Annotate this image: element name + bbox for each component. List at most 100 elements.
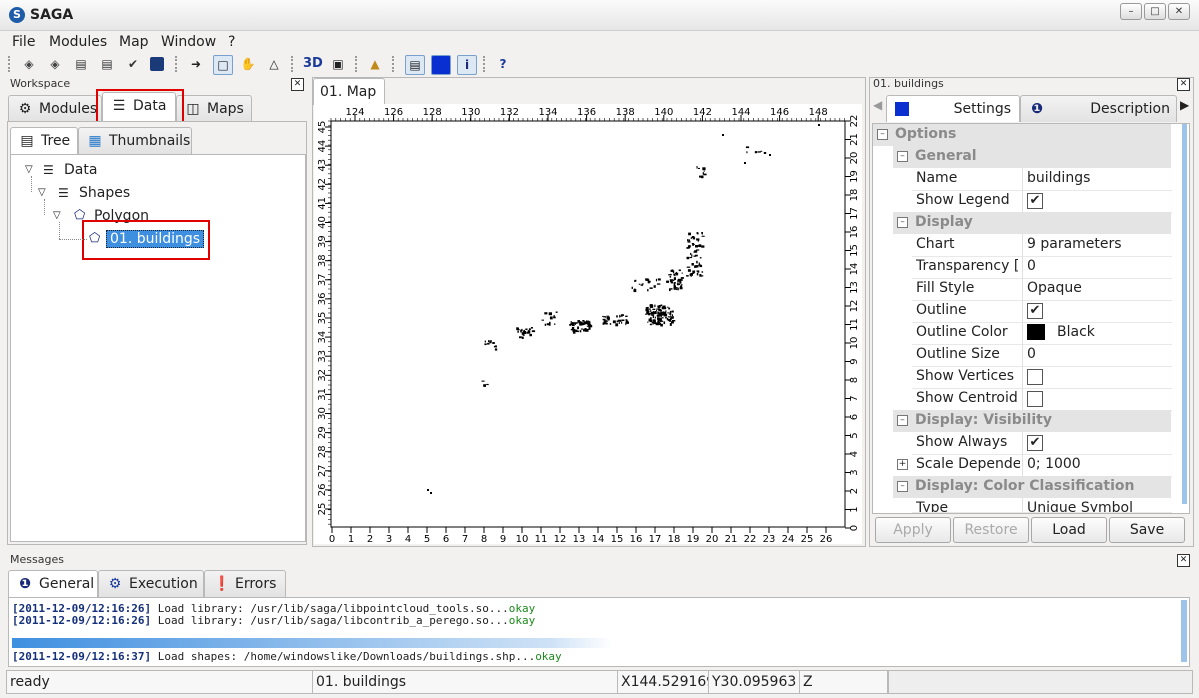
minimize-button[interactable]: – bbox=[1120, 3, 1142, 20]
building-polygon bbox=[638, 283, 641, 285]
building-polygon bbox=[584, 328, 587, 330]
category-visibility[interactable]: – Display: Visibility bbox=[893, 410, 1171, 432]
building-polygon bbox=[701, 275, 704, 277]
apply-button[interactable]: Apply bbox=[875, 517, 951, 543]
tree-item-data[interactable]: Data bbox=[64, 162, 97, 178]
tree-item-shapes[interactable]: Shapes bbox=[79, 185, 130, 201]
collapse-display-icon[interactable]: – bbox=[897, 217, 908, 228]
menu-modules[interactable]: Modules bbox=[49, 34, 107, 50]
data-save-icon[interactable]: ▤ bbox=[98, 55, 116, 73]
layer-icon[interactable] bbox=[150, 57, 164, 71]
restore-button[interactable]: Restore bbox=[953, 517, 1029, 543]
prop-name[interactable]: Name buildings bbox=[912, 168, 1172, 191]
save-project-icon[interactable]: ◈ bbox=[46, 55, 64, 73]
building-polygon bbox=[670, 288, 673, 290]
log-scrollbar[interactable] bbox=[1181, 600, 1187, 662]
tab-modules[interactable]: ⚙ Modules bbox=[8, 95, 102, 122]
collapse-options-icon[interactable]: – bbox=[877, 129, 888, 140]
building-polygon bbox=[669, 323, 672, 326]
outline-checkbox[interactable]: ✔ bbox=[1027, 303, 1043, 319]
collapse-polygon-icon[interactable]: ▽ bbox=[53, 210, 61, 221]
workspace-close-icon[interactable]: ✕ bbox=[291, 78, 304, 91]
prop-show-legend[interactable]: Show Legend ✔ bbox=[912, 190, 1172, 213]
prop-show-always[interactable]: Show Always ✔ bbox=[912, 432, 1172, 455]
prop-fill-style[interactable]: Fill Style Opaque bbox=[912, 278, 1172, 301]
module-icon[interactable]: ✔ bbox=[124, 55, 142, 73]
data-load-icon[interactable]: ▤ bbox=[72, 55, 90, 73]
close-window-button[interactable]: ✕ bbox=[1168, 3, 1190, 20]
building-polygon bbox=[572, 327, 574, 329]
menu-window[interactable]: Window bbox=[161, 34, 216, 50]
tab-map[interactable]: 01. Map bbox=[313, 78, 385, 105]
outline-color-swatch[interactable] bbox=[1027, 324, 1045, 340]
building-polygon bbox=[686, 256, 690, 260]
left-tick-label: 26 bbox=[317, 484, 328, 497]
building-polygon bbox=[654, 316, 656, 319]
collapse-data-icon[interactable]: ▽ bbox=[25, 164, 33, 175]
pan-hand-icon[interactable]: ✋ bbox=[239, 55, 257, 73]
tab-description[interactable]: ❶ Description bbox=[1020, 95, 1177, 122]
messages-close-icon[interactable]: ✕ bbox=[1177, 554, 1190, 567]
collapse-general-icon[interactable]: – bbox=[897, 151, 908, 162]
select-arrow-icon[interactable]: ➜ bbox=[187, 55, 205, 73]
prop-outline-color[interactable]: Outline Color Black bbox=[912, 322, 1172, 345]
right-tick-label: 17 bbox=[849, 207, 860, 220]
category-options[interactable]: – Options bbox=[873, 124, 1171, 146]
show-vertices-checkbox[interactable] bbox=[1027, 369, 1043, 385]
building-polygon bbox=[653, 285, 656, 288]
tab-maps[interactable]: ◫ Maps bbox=[176, 95, 252, 122]
layout-icon[interactable]: ▣ bbox=[329, 55, 347, 73]
tab-settings[interactable]: Settings bbox=[886, 95, 1020, 122]
prop-outline-size[interactable]: Outline Size 0 bbox=[912, 344, 1172, 367]
bottom-tick-label: 10 bbox=[516, 534, 529, 544]
bottom-tick-label: 3 bbox=[386, 534, 392, 544]
property-scrollbar[interactable] bbox=[1182, 124, 1187, 504]
tab-scroll-right-icon[interactable]: ▶ bbox=[1180, 98, 1189, 112]
help-question-icon[interactable]: ? bbox=[494, 55, 512, 73]
measure-icon[interactable]: △ bbox=[265, 55, 283, 73]
load-project-icon[interactable]: ◈ bbox=[20, 55, 38, 73]
tab-thumbnails[interactable]: ▦ Thumbnails bbox=[78, 127, 192, 154]
building-polygon bbox=[699, 257, 702, 259]
tab-scroll-left-icon[interactable]: ◀ bbox=[873, 98, 882, 112]
category-display[interactable]: – Display bbox=[893, 212, 1171, 234]
collapse-shapes-icon[interactable]: ▽ bbox=[38, 187, 46, 198]
bottom-tick-label: 19 bbox=[687, 534, 700, 544]
tab-general[interactable]: ❶ General bbox=[8, 570, 98, 597]
right-tick-label: 13 bbox=[849, 281, 860, 294]
collapse-visibility-icon[interactable]: – bbox=[897, 415, 908, 426]
properties-close-icon[interactable]: ✕ bbox=[1177, 78, 1190, 91]
prop-type[interactable]: Type Unique Symbol bbox=[912, 498, 1172, 513]
menu-help[interactable]: ? bbox=[228, 34, 235, 50]
info-icon[interactable]: i bbox=[457, 55, 477, 75]
object-properties-icon[interactable] bbox=[431, 55, 451, 75]
tab-execution[interactable]: ⚙ Execution bbox=[98, 570, 204, 597]
show-legend-checkbox[interactable]: ✔ bbox=[1027, 193, 1043, 209]
prop-chart[interactable]: Chart 9 parameters bbox=[912, 234, 1172, 257]
maximize-button[interactable]: □ bbox=[1144, 3, 1166, 20]
prop-show-vertices[interactable]: Show Vertices bbox=[912, 366, 1172, 389]
show-always-checkbox[interactable]: ✔ bbox=[1027, 435, 1043, 451]
toolbar-separator bbox=[355, 56, 360, 72]
tab-errors[interactable]: ❗ Errors bbox=[204, 570, 286, 597]
bottom-tick-label: 4 bbox=[405, 534, 411, 544]
collapse-color-icon[interactable]: – bbox=[897, 481, 908, 492]
load-button[interactable]: Load bbox=[1031, 517, 1107, 543]
open-folder-icon[interactable]: ▲ bbox=[366, 55, 384, 73]
prop-scale-dependent[interactable]: + Scale Dependen 0; 1000 bbox=[897, 454, 1172, 477]
show-centroid-checkbox[interactable] bbox=[1027, 391, 1043, 407]
3d-view-icon[interactable]: 3D bbox=[303, 55, 323, 73]
prop-outline[interactable]: Outline ✔ bbox=[912, 300, 1172, 323]
save-button[interactable]: Save bbox=[1109, 517, 1185, 543]
zoom-icon[interactable]: □ bbox=[213, 55, 233, 75]
category-general[interactable]: – General bbox=[893, 146, 1171, 168]
menu-map[interactable]: Map bbox=[119, 34, 149, 50]
workspace-toggle-icon[interactable]: ▤ bbox=[405, 55, 425, 75]
building-polygon bbox=[668, 307, 671, 310]
prop-transparency[interactable]: Transparency [%0 bbox=[912, 256, 1172, 279]
category-color-classification[interactable]: – Display: Color Classification bbox=[893, 476, 1171, 498]
tab-tree[interactable]: ▤ Tree bbox=[10, 127, 78, 154]
expand-scale-icon[interactable]: + bbox=[897, 459, 908, 470]
prop-show-centroid[interactable]: Show Centroid bbox=[912, 388, 1172, 411]
menu-file[interactable]: File bbox=[12, 34, 35, 50]
